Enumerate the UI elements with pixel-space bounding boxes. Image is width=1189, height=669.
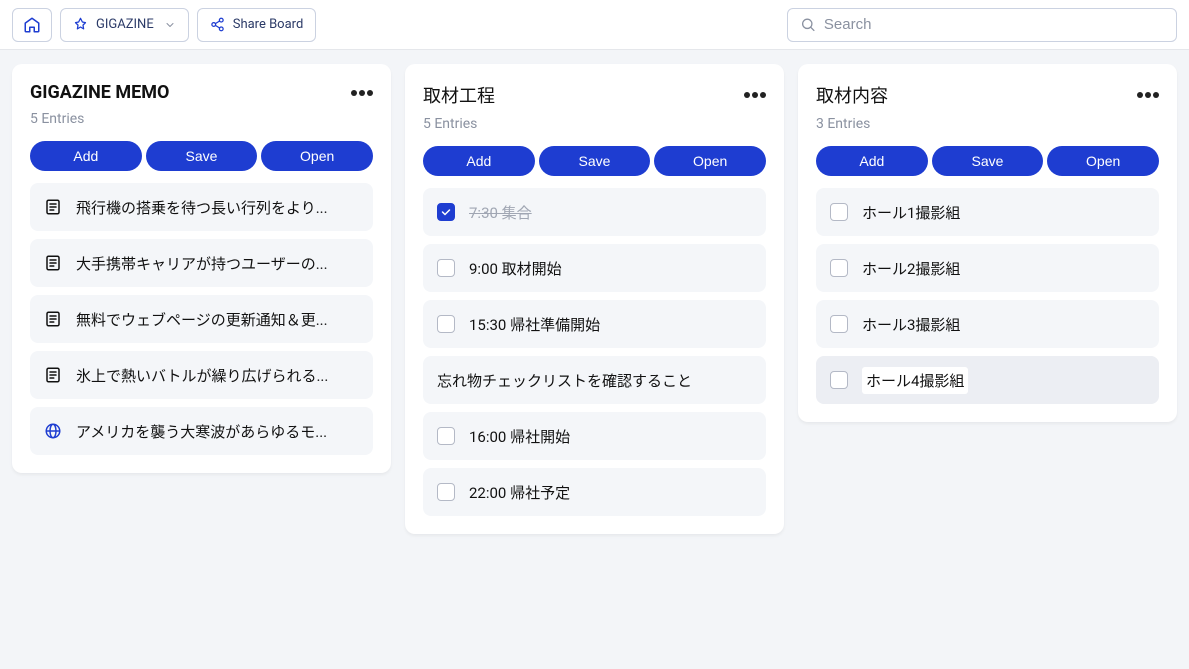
- file-icon: [44, 310, 62, 328]
- todo-item-label: 16:00 帰社開始: [469, 426, 752, 447]
- search-box[interactable]: [787, 8, 1177, 42]
- add-button[interactable]: Add: [816, 146, 928, 176]
- home-button[interactable]: [12, 8, 52, 42]
- todo-item-label: ホール2撮影組: [862, 258, 1145, 279]
- column-menu-button[interactable]: [1137, 92, 1159, 98]
- list-item-label: 無料でウェブページの更新通知＆更...: [76, 309, 359, 330]
- share-board-label: Share Board: [233, 17, 304, 32]
- topbar: GIGAZINE Share Board: [0, 0, 1189, 50]
- todo-item-edit-input[interactable]: ホール4撮影組: [862, 367, 968, 394]
- column-title: 取材内容: [816, 82, 888, 108]
- todo-item-label: ホール1撮影組: [862, 202, 1145, 223]
- list-item[interactable]: 氷上で熱いバトルが繰り広げられる...: [30, 351, 373, 399]
- checkbox[interactable]: [830, 315, 848, 333]
- column-schedule: 取材工程 5 Entries Add Save Open 7:30 集合 9:0…: [405, 64, 784, 534]
- list-item-label: 氷上で熱いバトルが繰り広げられる...: [76, 365, 359, 386]
- pin-icon: [73, 17, 88, 32]
- list-item[interactable]: 無料でウェブページの更新通知＆更...: [30, 295, 373, 343]
- todo-item-label: 7:30 集合: [469, 202, 752, 223]
- share-board-button[interactable]: Share Board: [197, 8, 317, 42]
- note-item[interactable]: 忘れ物チェックリストを確認すること: [423, 356, 766, 404]
- globe-icon: [44, 422, 62, 440]
- check-icon: [440, 206, 452, 218]
- list-item[interactable]: アメリカを襲う大寒波があらゆるモ...: [30, 407, 373, 455]
- list-item-label: 飛行機の搭乗を待つ長い行列をより...: [76, 197, 359, 218]
- add-button[interactable]: Add: [30, 141, 142, 171]
- save-button[interactable]: Save: [146, 141, 258, 171]
- checkbox[interactable]: [830, 259, 848, 277]
- column-title: 取材工程: [423, 82, 495, 108]
- search-icon: [800, 16, 816, 33]
- column-menu-button[interactable]: [351, 90, 373, 96]
- add-button[interactable]: Add: [423, 146, 535, 176]
- column-subtitle: 5 Entries: [30, 111, 373, 127]
- todo-item-label: 9:00 取材開始: [469, 258, 752, 279]
- open-button[interactable]: Open: [261, 141, 373, 171]
- todo-item-editing[interactable]: ホール4撮影組: [816, 356, 1159, 404]
- note-item-label: 忘れ物チェックリストを確認すること: [437, 370, 752, 391]
- save-button[interactable]: Save: [932, 146, 1044, 176]
- list-item[interactable]: 飛行機の搭乗を待つ長い行列をより...: [30, 183, 373, 231]
- todo-item-label: 15:30 帰社準備開始: [469, 314, 752, 335]
- checkbox[interactable]: [437, 427, 455, 445]
- open-button[interactable]: Open: [654, 146, 766, 176]
- todo-item[interactable]: 22:00 帰社予定: [423, 468, 766, 516]
- column-content: 取材内容 3 Entries Add Save Open ホール1撮影組 ホール…: [798, 64, 1177, 422]
- chevron-down-icon: [164, 19, 176, 31]
- list-item[interactable]: 大手携帯キャリアが持つユーザーの...: [30, 239, 373, 287]
- todo-item[interactable]: ホール3撮影組: [816, 300, 1159, 348]
- file-icon: [44, 254, 62, 272]
- todo-item[interactable]: ホール1撮影組: [816, 188, 1159, 236]
- todo-item-label: ホール3撮影組: [862, 314, 1145, 335]
- search-input[interactable]: [824, 16, 1164, 33]
- board: GIGAZINE MEMO 5 Entries Add Save Open 飛行…: [0, 50, 1189, 548]
- checkbox[interactable]: [830, 371, 848, 389]
- file-icon: [44, 198, 62, 216]
- open-button[interactable]: Open: [1047, 146, 1159, 176]
- checkbox[interactable]: [437, 315, 455, 333]
- board-menu-label: GIGAZINE: [96, 17, 154, 32]
- save-button[interactable]: Save: [539, 146, 651, 176]
- todo-item[interactable]: 16:00 帰社開始: [423, 412, 766, 460]
- todo-item[interactable]: 7:30 集合: [423, 188, 766, 236]
- board-menu-button[interactable]: GIGAZINE: [60, 8, 189, 42]
- home-icon: [23, 16, 41, 34]
- column-menu-button[interactable]: [744, 92, 766, 98]
- checkbox[interactable]: [830, 203, 848, 221]
- list-item-label: アメリカを襲う大寒波があらゆるモ...: [76, 421, 359, 442]
- column-title: GIGAZINE MEMO: [30, 82, 169, 103]
- todo-item-label: 22:00 帰社予定: [469, 482, 752, 503]
- column-gigazine-memo: GIGAZINE MEMO 5 Entries Add Save Open 飛行…: [12, 64, 391, 473]
- list-item-label: 大手携帯キャリアが持つユーザーの...: [76, 253, 359, 274]
- checkbox[interactable]: [437, 483, 455, 501]
- file-icon: [44, 366, 62, 384]
- todo-item[interactable]: 9:00 取材開始: [423, 244, 766, 292]
- todo-item[interactable]: ホール2撮影組: [816, 244, 1159, 292]
- todo-item[interactable]: 15:30 帰社準備開始: [423, 300, 766, 348]
- checkbox[interactable]: [437, 259, 455, 277]
- share-icon: [210, 17, 225, 32]
- column-subtitle: 3 Entries: [816, 116, 1159, 132]
- column-subtitle: 5 Entries: [423, 116, 766, 132]
- checkbox-checked[interactable]: [437, 203, 455, 221]
